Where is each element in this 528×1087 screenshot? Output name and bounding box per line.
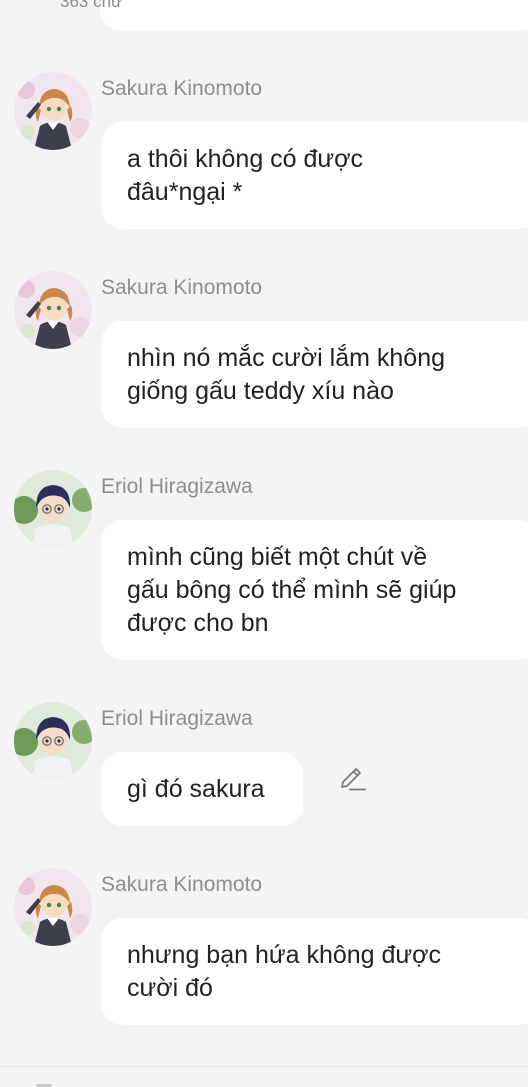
eriol-avatar-icon[interactable] [14, 702, 92, 780]
sender-name[interactable]: Eriol Hiragizawa [101, 707, 253, 731]
sender-name[interactable]: Sakura Kinomoto [101, 873, 262, 897]
message-bubble[interactable]: nhìn nó mắc cười lắm không giống gấu ted… [101, 321, 528, 428]
sakura-avatar-icon[interactable] [14, 271, 92, 349]
message-bubble[interactable]: mình cũng biết một chút về gấu bông có t… [101, 520, 528, 660]
message-text: nhìn nó mắc cười lắm không giống gấu ted… [127, 343, 446, 405]
sender-name[interactable]: Eriol Hiragizawa [101, 475, 253, 499]
message-text: mình cũng biết một chút về gấu bông có t… [127, 542, 457, 637]
message-text: gì đó sakura [127, 774, 265, 803]
message-bubble[interactable]: nhưng bạn hứa không được cười đó [101, 918, 528, 1025]
divider [0, 1066, 528, 1067]
sender-name[interactable]: Sakura Kinomoto [101, 276, 262, 300]
previous-message-bubble[interactable] [100, 0, 528, 30]
message-text: nhưng bạn hứa không được cười đó [127, 940, 442, 1002]
pencil-icon[interactable] [338, 765, 366, 793]
message-text: a thôi không có được đâu*ngại * [127, 144, 364, 206]
char-count-label: 363 chữ [60, 0, 123, 11]
eriol-avatar-icon[interactable] [14, 470, 92, 548]
message-bubble[interactable]: a thôi không có được đâu*ngại * [101, 122, 528, 229]
sakura-avatar-icon[interactable] [14, 72, 92, 150]
sakura-avatar-icon[interactable] [14, 868, 92, 946]
message-bubble[interactable]: gì đó sakura [101, 752, 303, 826]
sender-name[interactable]: Sakura Kinomoto [101, 77, 262, 101]
chat-screen: 363 chữ Sakura Kinomoto a thôi không có … [0, 0, 528, 1087]
